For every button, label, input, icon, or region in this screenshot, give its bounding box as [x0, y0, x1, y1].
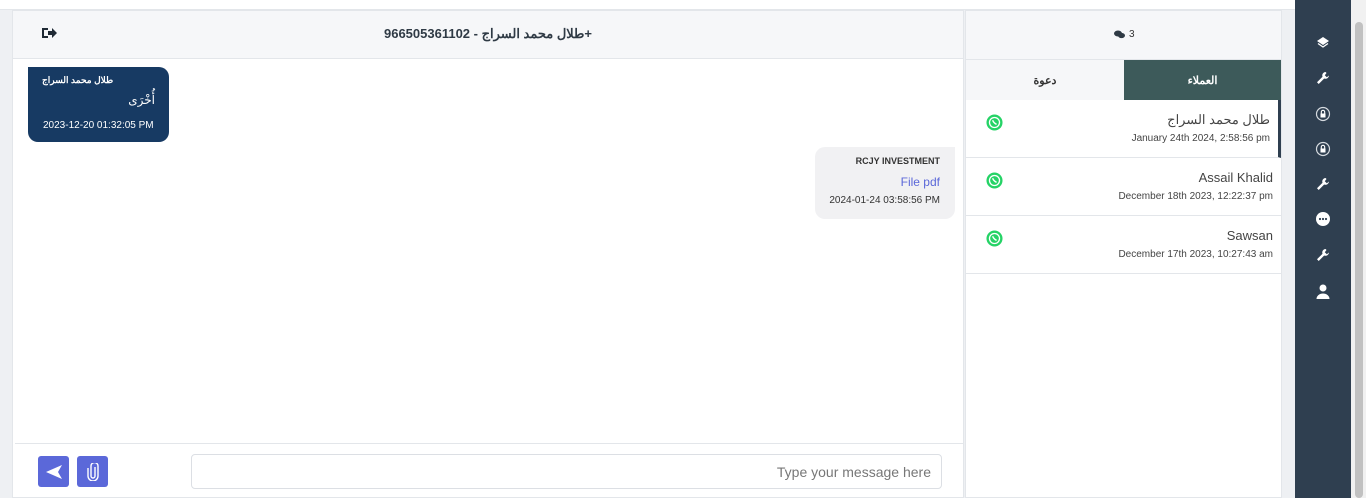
contact-name: طلال محمد السراج	[1167, 112, 1270, 127]
nav-item-chat[interactable]	[1313, 209, 1333, 229]
scrollbar-thumb[interactable]	[1355, 22, 1363, 498]
contact-item[interactable]: Assail Khalid December 18th 2023, 12:22:…	[966, 158, 1281, 216]
message-sender: طلال محمد السراج	[42, 75, 114, 85]
contact-date: December 17th 2023, 10:27:43 am	[1118, 249, 1273, 260]
wrench-icon	[1317, 249, 1329, 261]
paper-plane-icon	[45, 464, 62, 479]
chat-title: طلال محمد السراج - 966505361102+	[383, 26, 592, 41]
message-sender: RCJY INVESTMENT	[855, 156, 940, 166]
contact-date: January 24th 2024, 2:58:56 pm	[1131, 133, 1270, 144]
nav-item-tools[interactable]	[1313, 68, 1333, 88]
chat-header: طلال محمد السراج - 966505361102+	[13, 11, 963, 59]
contact-item[interactable]: طلال محمد السراج January 24th 2024, 2:58…	[966, 100, 1281, 158]
nav-item-tools-3[interactable]	[1313, 245, 1333, 265]
page-scrollbar[interactable]	[1351, 0, 1366, 498]
chat-dots-icon	[1316, 212, 1330, 226]
tab-invite[interactable]: دعوة	[966, 60, 1124, 100]
message-input[interactable]	[191, 454, 942, 489]
nav-item-layers[interactable]	[1313, 32, 1333, 52]
whatsapp-icon	[986, 230, 1003, 247]
contacts-tabs: دعوة العملاء	[966, 60, 1281, 100]
nav-item-lock-2[interactable]	[1313, 139, 1333, 159]
contact-name: Assail Khalid	[1198, 170, 1273, 185]
wrench-icon	[1317, 72, 1329, 84]
message-text: أُخْرَى	[128, 93, 155, 107]
nav-rail	[1295, 0, 1351, 498]
app-root: طلال محمد السراج - 966505361102+ طلال مح…	[0, 0, 1366, 498]
message-bubble-outgoing: RCJY INVESTMENT File pdf 2024-01-24 03:5…	[815, 147, 955, 219]
chat-panel: طلال محمد السراج - 966505361102+ طلال مح…	[12, 10, 964, 498]
contact-item[interactable]: Sawsan December 17th 2023, 10:27:43 am	[966, 216, 1281, 274]
conversation-count-value: 3	[1129, 29, 1135, 40]
contact-date: December 18th 2023, 12:22:37 pm	[1118, 191, 1273, 202]
message-time: 2024-01-24 03:58:56 PM	[829, 195, 940, 206]
whatsapp-icon	[986, 114, 1003, 131]
paperclip-icon	[86, 462, 99, 481]
comments-icon	[1114, 30, 1125, 39]
send-button[interactable]	[38, 456, 69, 487]
conversation-count: 3	[1114, 29, 1135, 40]
nav-item-profile[interactable]	[1313, 281, 1333, 301]
message-time: 2023-12-20 01:32:05 PM	[43, 120, 154, 131]
nav-item-lock-1[interactable]	[1313, 104, 1333, 124]
lock-cycle-icon	[1315, 106, 1331, 122]
attach-button[interactable]	[77, 456, 108, 487]
contacts-header: 3	[966, 11, 1281, 60]
wrench-icon	[1317, 178, 1329, 190]
lock-cycle-icon	[1315, 141, 1331, 157]
layers-icon	[1317, 37, 1329, 48]
tab-clients[interactable]: العملاء	[1124, 60, 1281, 100]
whatsapp-icon	[986, 172, 1003, 189]
nav-item-tools-2[interactable]	[1313, 174, 1333, 194]
contacts-panel: 3 دعوة العملاء طلال محمد السراج January …	[965, 10, 1282, 498]
message-composer	[15, 443, 963, 498]
contact-name: Sawsan	[1226, 228, 1273, 243]
message-bubble-incoming: طلال محمد السراج أُخْرَى 2023-12-20 01:3…	[28, 67, 169, 142]
message-attachment-link[interactable]: File pdf	[901, 175, 940, 189]
top-strip	[0, 0, 1295, 10]
user-icon	[1316, 284, 1330, 299]
